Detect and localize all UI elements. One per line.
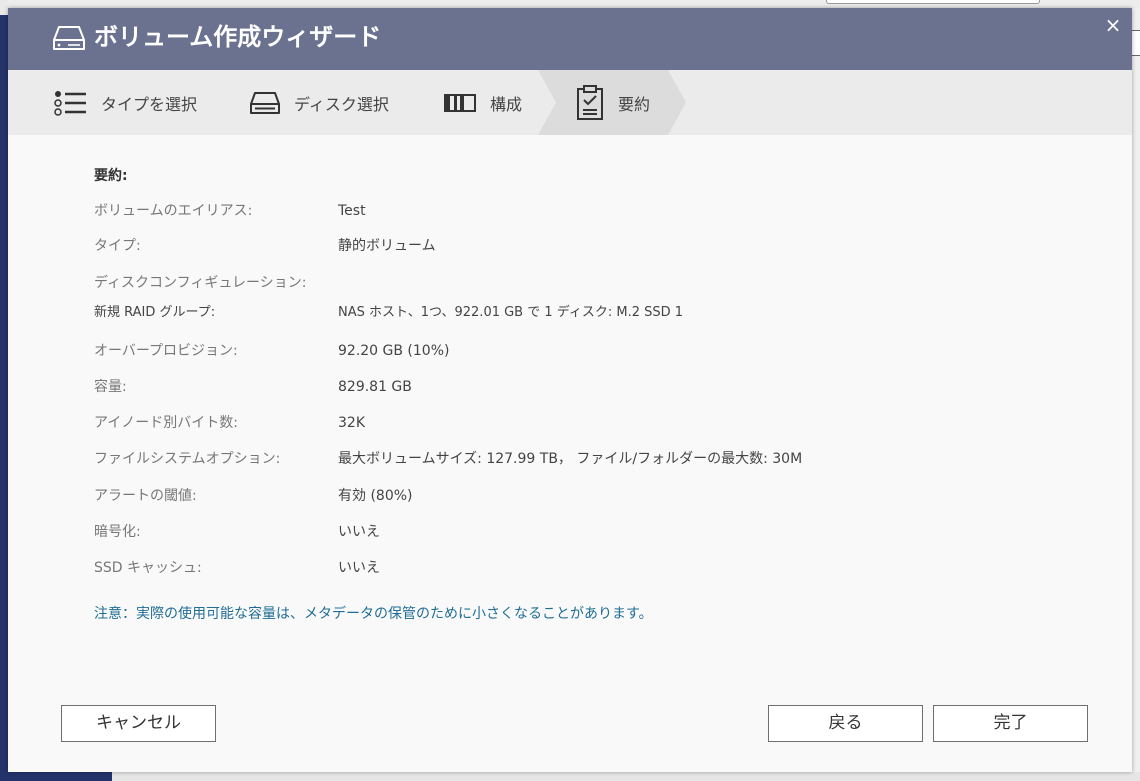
- summary-key: オーバープロビジョン:: [94, 343, 238, 359]
- summary-value: 32K: [338, 415, 365, 431]
- summary-row-capacity: 容量: 829.81 GB: [94, 376, 1094, 398]
- close-button[interactable]: ×: [1102, 14, 1124, 36]
- summary-value: NAS ホスト、1つ、922.01 GB で 1 ディスク: M.2 SSD 1: [338, 305, 684, 320]
- summary-key: アラートの閾値:: [94, 488, 197, 504]
- summary-value: いいえ: [338, 524, 380, 540]
- configure-icon: [444, 93, 476, 113]
- step-label: 要約: [618, 94, 651, 114]
- cancel-button[interactable]: キャンセル: [61, 705, 216, 742]
- wizard-steps: タイプを選択 ディスク選択 構成 要約: [8, 70, 1132, 135]
- summary-heading: 要約:: [94, 168, 128, 184]
- summary-key: 暗号化:: [94, 524, 141, 540]
- background-app-right: [1132, 8, 1140, 772]
- background-button: [826, 0, 1040, 4]
- summary-value: いいえ: [338, 560, 380, 576]
- summary-row-ssd-cache: SSD キャッシュ: いいえ: [94, 557, 1094, 579]
- summary-row-alert: アラートの閾値: 有効 (80%): [94, 485, 1094, 507]
- disk-drive-icon: [53, 24, 85, 52]
- summary-value: 最大ボリュームサイズ: 127.99 TB， ファイル/フォルダーの最大数: 3…: [338, 451, 803, 467]
- step-label: タイプを選択: [101, 94, 198, 114]
- summary-key: ディスクコンフィギュレーション:: [94, 275, 307, 291]
- step-label: ディスク選択: [294, 94, 389, 114]
- disk-icon: [250, 91, 280, 115]
- summary-key: ファイルシステムオプション:: [94, 451, 281, 467]
- summary-key: アイノード別バイト数:: [94, 415, 239, 431]
- step-select-type: タイプを選択: [53, 70, 197, 135]
- back-button[interactable]: 戻る: [768, 705, 923, 742]
- list-icon: [53, 89, 87, 117]
- step-select-disk: ディスク選択: [250, 70, 389, 135]
- summary-value: Test: [338, 203, 366, 219]
- summary-key: SSD キャッシュ:: [94, 560, 202, 576]
- summary-row-fs-options: ファイルシステムオプション: 最大ボリュームサイズ: 127.99 TB， ファ…: [94, 448, 1094, 470]
- summary-key: 容量:: [94, 379, 127, 395]
- background-sidebar-bottom: [0, 772, 112, 781]
- summary-value: 92.20 GB (10%): [338, 343, 450, 359]
- summary-row-raid-group: 新規 RAID グループ: NAS ホスト、1つ、922.01 GB で 1 デ…: [94, 302, 1094, 324]
- background-app-bottom: [0, 772, 1140, 781]
- step-label: 構成: [490, 94, 523, 114]
- summary-row-alias: ボリュームのエイリアス: Test: [94, 200, 1094, 222]
- summary-row-inode: アイノード別バイト数: 32K: [94, 412, 1094, 434]
- finish-button[interactable]: 完了: [933, 705, 1088, 742]
- summary-key: タイプ:: [94, 238, 141, 254]
- capacity-note: 注意：実際の使用可能な容量は、メタデータの保管のために小さくなることがあります。: [94, 606, 653, 622]
- summary-value: 有効 (80%): [338, 488, 413, 504]
- summary-key: ボリュームのエイリアス:: [94, 203, 253, 219]
- summary-value: 829.81 GB: [338, 379, 412, 395]
- background-sidebar: [0, 0, 8, 781]
- dialog-titlebar: ボリューム作成ウィザード ×: [8, 8, 1132, 70]
- dialog-title: ボリューム作成ウィザード: [94, 23, 382, 51]
- summary-key: 新規 RAID グループ:: [94, 305, 216, 320]
- summary-row-type: タイプ: 静的ボリューム: [94, 235, 1094, 257]
- step-summary: 要約: [576, 70, 650, 135]
- summary-value: 静的ボリューム: [338, 238, 436, 254]
- summary-row-disk-config: ディスクコンフィギュレーション:: [94, 272, 1094, 294]
- volume-creation-wizard-dialog: ボリューム作成ウィザード × タイプを選択 ディスク選択 構成 要約 要約: ボ…: [8, 8, 1132, 772]
- clipboard-icon: [576, 84, 604, 121]
- step-configure: 構成: [444, 70, 522, 135]
- background-input: [1131, 30, 1140, 56]
- summary-row-overprovision: オーバープロビジョン: 92.20 GB (10%): [94, 340, 1094, 362]
- summary-row-encryption: 暗号化: いいえ: [94, 521, 1094, 543]
